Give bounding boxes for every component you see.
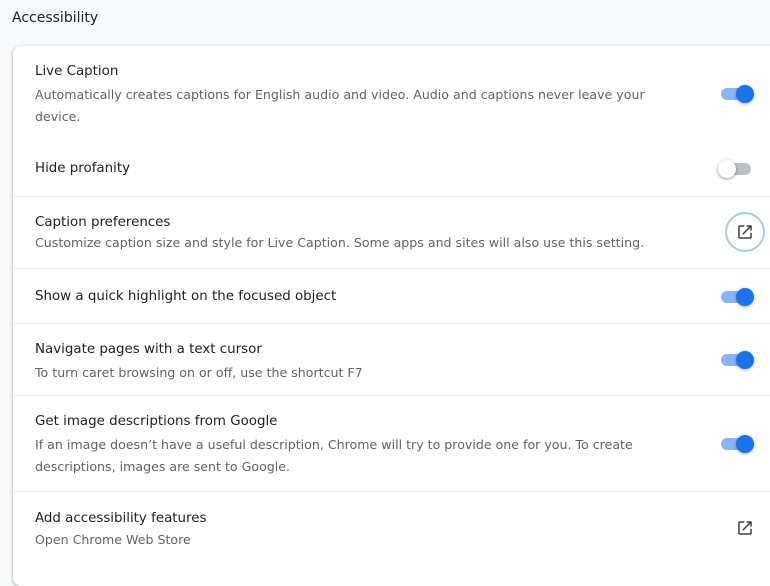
add-accessibility-features-label: Add accessibility features — [35, 511, 207, 526]
caret-browsing-row: Navigate pages with a text cursor To tur… — [13, 323, 770, 395]
live-caption-description: Automatically creates captions for Engli… — [35, 87, 645, 124]
caption-preferences-label: Caption preferences — [35, 215, 171, 230]
toggle-knob — [736, 288, 754, 306]
add-accessibility-features-description: Open Chrome Web Store — [35, 532, 191, 547]
add-accessibility-features-row[interactable]: Add accessibility features Open Chrome W… — [13, 491, 770, 561]
caret-browsing-description: To turn caret browsing on or off, use th… — [35, 365, 363, 380]
image-descriptions-label: Get image descriptions from Google — [35, 414, 278, 429]
caption-preferences-open-button[interactable] — [727, 214, 763, 250]
hide-profanity-toggle[interactable] — [717, 159, 753, 179]
focus-highlight-toggle[interactable] — [719, 287, 755, 307]
focus-highlight-row: Show a quick highlight on the focused ob… — [13, 268, 770, 323]
caret-browsing-label: Navigate pages with a text cursor — [35, 342, 262, 357]
live-caption-toggle[interactable] — [719, 84, 755, 104]
toggle-knob — [736, 85, 754, 103]
add-accessibility-features-open-button[interactable] — [727, 510, 763, 546]
caret-browsing-toggle[interactable] — [719, 350, 755, 370]
toggle-knob — [736, 351, 754, 369]
image-descriptions-toggle[interactable] — [719, 434, 755, 454]
hide-profanity-label: Hide profanity — [35, 161, 130, 176]
image-descriptions-row: Get image descriptions from Google If an… — [13, 395, 770, 491]
caption-preferences-description: Customize caption size and style for Liv… — [35, 235, 645, 250]
section-title: Accessibility — [12, 10, 99, 26]
live-caption-row: Live Caption Automatically creates capti… — [13, 46, 770, 144]
focus-highlight-label: Show a quick highlight on the focused ob… — [35, 289, 337, 304]
live-caption-label: Live Caption — [35, 64, 119, 79]
image-descriptions-description: If an image doesn’t have a useful descri… — [35, 437, 633, 474]
accessibility-card: Live Caption Automatically creates capti… — [13, 46, 770, 586]
caption-preferences-row[interactable]: Caption preferences Customize caption si… — [13, 196, 770, 268]
toggle-knob — [718, 160, 736, 178]
toggle-knob — [736, 435, 754, 453]
hide-profanity-row: Hide profanity — [13, 144, 770, 196]
open-in-new-icon — [738, 225, 752, 239]
open-in-new-icon — [738, 521, 752, 535]
